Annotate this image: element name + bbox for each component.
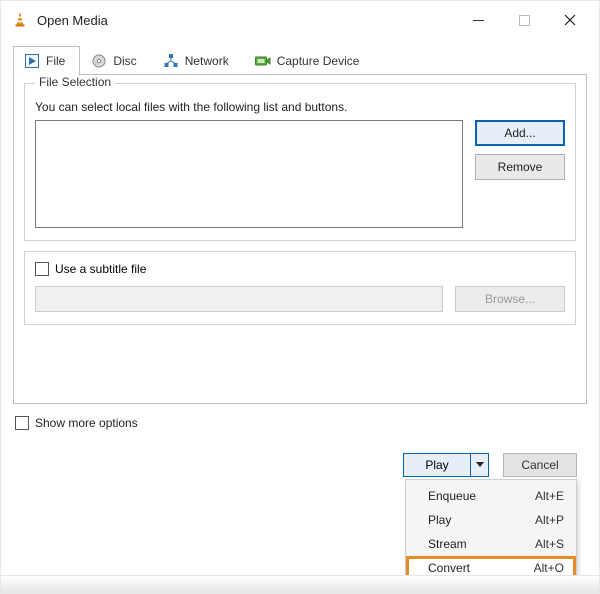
- menu-item-play[interactable]: Play Alt+P: [406, 508, 576, 532]
- minimize-button[interactable]: [455, 2, 501, 38]
- close-button[interactable]: [547, 2, 593, 38]
- group-legend: File Selection: [35, 75, 115, 89]
- vlc-cone-icon: [11, 11, 29, 29]
- file-selection-hint: You can select local files with the foll…: [35, 100, 565, 114]
- button-label: Browse...: [485, 292, 535, 306]
- subtitle-checkbox-label: Use a subtitle file: [55, 262, 146, 276]
- tab-label: File: [46, 54, 65, 68]
- menu-item-label: Play: [428, 513, 451, 527]
- network-icon: [163, 53, 179, 69]
- bottom-button-row: Play Cancel: [403, 453, 577, 477]
- remove-button[interactable]: Remove: [475, 154, 565, 180]
- titlebar: Open Media: [1, 1, 599, 39]
- tab-network[interactable]: Network: [152, 46, 244, 76]
- button-label: Cancel: [521, 458, 558, 472]
- tab-file[interactable]: File: [13, 46, 80, 76]
- cancel-button[interactable]: Cancel: [503, 453, 577, 477]
- show-more-checkbox[interactable]: [15, 416, 29, 430]
- window-title: Open Media: [37, 13, 455, 28]
- subtitle-path-field: [35, 286, 443, 312]
- window-controls: [455, 2, 593, 38]
- bottom-shadow: [1, 575, 599, 593]
- menu-item-label: Stream: [428, 537, 467, 551]
- menu-item-shortcut: Alt+P: [535, 513, 564, 527]
- disc-icon: [91, 53, 107, 69]
- tab-strip: File Disc Network Capture Devi: [13, 45, 587, 75]
- tab-label: Capture Device: [277, 54, 360, 68]
- button-label: Add...: [504, 126, 535, 140]
- menu-item-label: Enqueue: [428, 489, 476, 503]
- play-button-label: Play: [404, 458, 470, 472]
- show-more-label: Show more options: [35, 416, 138, 430]
- subtitle-checkbox[interactable]: [35, 262, 49, 276]
- file-selection-group: File Selection You can select local file…: [24, 83, 576, 241]
- tab-disc[interactable]: Disc: [80, 46, 151, 76]
- file-play-icon: [24, 53, 40, 69]
- maximize-button[interactable]: [501, 2, 547, 38]
- show-more-row: Show more options: [15, 416, 585, 430]
- play-split-button[interactable]: Play: [403, 453, 489, 477]
- tab-label: Network: [185, 54, 229, 68]
- subtitle-browse-button: Browse...: [455, 286, 565, 312]
- menu-item-stream[interactable]: Stream Alt+S: [406, 532, 576, 556]
- menu-item-enqueue[interactable]: Enqueue Alt+E: [406, 484, 576, 508]
- subtitle-group: Use a subtitle file Browse...: [24, 251, 576, 325]
- tab-panel: File Selection You can select local file…: [13, 74, 587, 404]
- capture-device-icon: [255, 53, 271, 69]
- tab-label: Disc: [113, 54, 136, 68]
- play-dropdown-toggle[interactable]: [470, 454, 488, 476]
- button-label: Remove: [498, 160, 543, 174]
- chevron-down-icon: [476, 462, 484, 468]
- file-list[interactable]: [35, 120, 463, 228]
- menu-item-shortcut: Alt+S: [535, 537, 564, 551]
- tab-capture[interactable]: Capture Device: [244, 46, 375, 76]
- add-button[interactable]: Add...: [475, 120, 565, 146]
- menu-item-shortcut: Alt+E: [535, 489, 564, 503]
- menu-item-shortcut: Alt+O: [534, 561, 564, 575]
- menu-item-label: Convert: [428, 561, 470, 575]
- play-dropdown-menu: Enqueue Alt+E Play Alt+P Stream Alt+S Co…: [405, 479, 577, 585]
